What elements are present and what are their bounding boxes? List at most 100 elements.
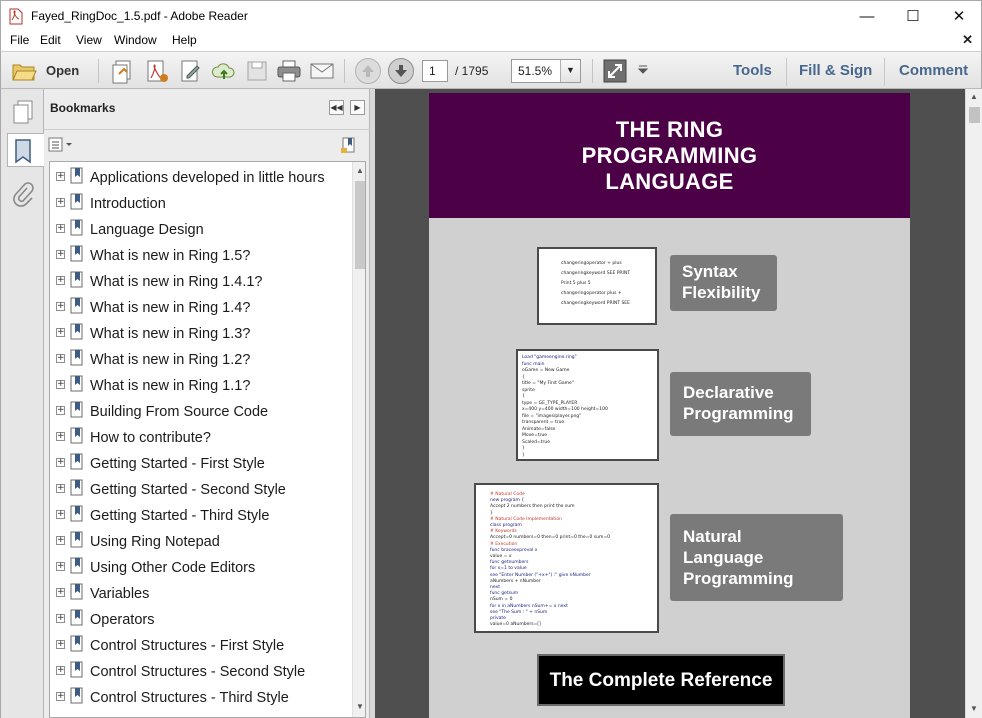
bookmarks-panel-icon[interactable] xyxy=(7,133,45,167)
expand-icon[interactable]: + xyxy=(56,588,65,597)
expand-icon[interactable]: + xyxy=(56,224,65,233)
scroll-up-icon[interactable]: ▲ xyxy=(356,166,364,175)
page-count: / 1795 xyxy=(455,64,489,78)
next-page-button[interactable] xyxy=(388,58,414,84)
customize-toolbar-icon[interactable] xyxy=(637,64,649,90)
open-folder-icon[interactable] xyxy=(11,58,37,84)
chevron-down-icon[interactable]: ▼ xyxy=(560,60,580,82)
zoom-select[interactable]: 51.5% ▼ xyxy=(511,59,581,83)
fill-sign-pane-button[interactable]: Fill & Sign xyxy=(799,62,872,79)
collapse-panel-button[interactable]: ◀◀ xyxy=(329,100,344,115)
expand-icon[interactable]: + xyxy=(56,380,65,389)
scroll-up-icon[interactable]: ▲ xyxy=(970,92,978,101)
expand-icon[interactable]: + xyxy=(56,302,65,311)
expand-icon[interactable]: + xyxy=(56,250,65,259)
bookmark-item[interactable]: + Control Structures - Third Style xyxy=(50,686,350,712)
expand-icon[interactable]: + xyxy=(56,536,65,545)
close-document-button[interactable]: ✕ xyxy=(962,32,973,48)
open-button[interactable]: Open xyxy=(46,63,79,78)
expand-icon[interactable]: + xyxy=(56,198,65,207)
bookmark-item[interactable]: + Control Structures - Second Style xyxy=(50,660,350,686)
bookmark-label: Language Design xyxy=(90,222,204,238)
bookmark-item[interactable]: + Language Design xyxy=(50,218,350,244)
expand-icon[interactable]: + xyxy=(56,458,65,467)
expand-icon[interactable]: + xyxy=(56,328,65,337)
expand-icon[interactable]: + xyxy=(56,484,65,493)
edit-pdf-icon[interactable] xyxy=(179,58,203,84)
zoom-value: 51.5% xyxy=(518,64,553,78)
bookmark-item[interactable]: + Getting Started - Third Style xyxy=(50,504,350,530)
expand-icon[interactable]: + xyxy=(56,614,65,623)
bookmark-label: Applications developed in little hours xyxy=(90,170,325,186)
bookmark-item[interactable]: + Building From Source Code xyxy=(50,400,350,426)
menu-file[interactable]: File xyxy=(10,33,29,47)
menu-window[interactable]: Window xyxy=(114,33,157,47)
code-line: func braceexpreval x xyxy=(490,547,538,553)
bookmark-icon xyxy=(70,583,83,600)
page-number-input[interactable]: 1 xyxy=(422,60,448,82)
expand-icon[interactable]: + xyxy=(56,666,65,675)
code-line: func main xyxy=(522,361,545,367)
menu-help[interactable]: Help xyxy=(172,33,197,47)
window-title: Fayed_RingDoc_1.5.pdf - Adobe Reader xyxy=(31,9,248,23)
create-pdf-icon[interactable] xyxy=(111,58,135,84)
scroll-down-icon[interactable]: ▼ xyxy=(356,702,364,711)
expand-icon[interactable]: + xyxy=(56,562,65,571)
expand-icon[interactable]: + xyxy=(56,510,65,519)
new-bookmark-icon[interactable] xyxy=(340,136,358,157)
expand-icon[interactable]: + xyxy=(56,172,65,181)
code-line: Print 5 plus 5 xyxy=(561,281,591,286)
expand-icon[interactable]: + xyxy=(56,276,65,285)
bookmark-item[interactable]: + Control Structures - First Style xyxy=(50,634,350,660)
bookmark-item[interactable]: + Variables xyxy=(50,582,350,608)
bookmark-item[interactable]: + What is new in Ring 1.5? xyxy=(50,244,350,270)
upload-cloud-icon[interactable] xyxy=(211,58,237,84)
bookmark-icon xyxy=(70,687,83,704)
fit-page-icon[interactable] xyxy=(602,58,628,84)
menu-view[interactable]: View xyxy=(76,33,102,47)
feature-line: Flexibility xyxy=(682,283,761,302)
page-thumbnails-icon[interactable] xyxy=(8,95,38,129)
expand-icon[interactable]: + xyxy=(56,406,65,415)
expand-icon[interactable]: + xyxy=(56,640,65,649)
bookmark-label: Control Structures - First Style xyxy=(90,638,285,654)
bookmark-item[interactable]: + Introduction xyxy=(50,192,350,218)
bookmark-item[interactable]: + Using Other Code Editors xyxy=(50,556,350,582)
expand-icon[interactable]: + xyxy=(56,432,65,441)
minimize-button[interactable]: — xyxy=(844,1,890,31)
email-icon[interactable] xyxy=(309,58,335,84)
scroll-down-icon[interactable]: ▼ xyxy=(970,704,978,713)
bookmark-options-icon[interactable] xyxy=(48,137,74,156)
close-window-button[interactable]: ✕ xyxy=(936,1,982,31)
bookmark-item[interactable]: + What is new in Ring 1.3? xyxy=(50,322,350,348)
bookmark-item[interactable]: + What is new in Ring 1.4.1? xyxy=(50,270,350,296)
export-pdf-icon[interactable] xyxy=(145,58,169,84)
bookmark-label: What is new in Ring 1.3? xyxy=(90,326,251,342)
code-line: Scaled=true xyxy=(522,439,550,445)
bookmark-item[interactable]: + What is new in Ring 1.2? xyxy=(50,348,350,374)
document-scroll-thumb[interactable] xyxy=(969,107,980,123)
print-icon[interactable] xyxy=(276,58,302,84)
bookmark-item[interactable]: + Getting Started - Second Style xyxy=(50,478,350,504)
bookmark-item[interactable]: + Operators xyxy=(50,608,350,634)
bookmark-item[interactable]: + How to contribute? xyxy=(50,426,350,452)
bookmark-item[interactable]: + What is new in Ring 1.4? xyxy=(50,296,350,322)
bookmark-item[interactable]: + Getting Started - First Style xyxy=(50,452,350,478)
bookmark-item[interactable]: + What is new in Ring 1.1? xyxy=(50,374,350,400)
expand-icon[interactable]: + xyxy=(56,692,65,701)
code-line: aNumbers + nNumber xyxy=(490,578,541,584)
previous-page-button[interactable] xyxy=(355,58,381,84)
menu-edit[interactable]: Edit xyxy=(40,33,61,47)
comment-pane-button[interactable]: Comment xyxy=(899,62,968,79)
panel-options-button[interactable]: ▶ xyxy=(350,100,365,115)
expand-icon[interactable]: + xyxy=(56,354,65,363)
document-scrollbar[interactable]: ▲ ▼ xyxy=(965,89,982,718)
tools-pane-button[interactable]: Tools xyxy=(733,62,772,79)
attachments-icon[interactable] xyxy=(8,179,38,213)
bookmark-item[interactable]: + Using Ring Notepad xyxy=(50,530,350,556)
bookmark-item[interactable]: + Applications developed in little hours xyxy=(50,166,350,192)
maximize-button[interactable]: ☐ xyxy=(890,1,936,31)
save-icon[interactable] xyxy=(245,58,269,84)
bookmarks-scroll-thumb[interactable] xyxy=(355,181,365,269)
bookmarks-scrollbar[interactable]: ▲ ▼ xyxy=(352,162,365,717)
